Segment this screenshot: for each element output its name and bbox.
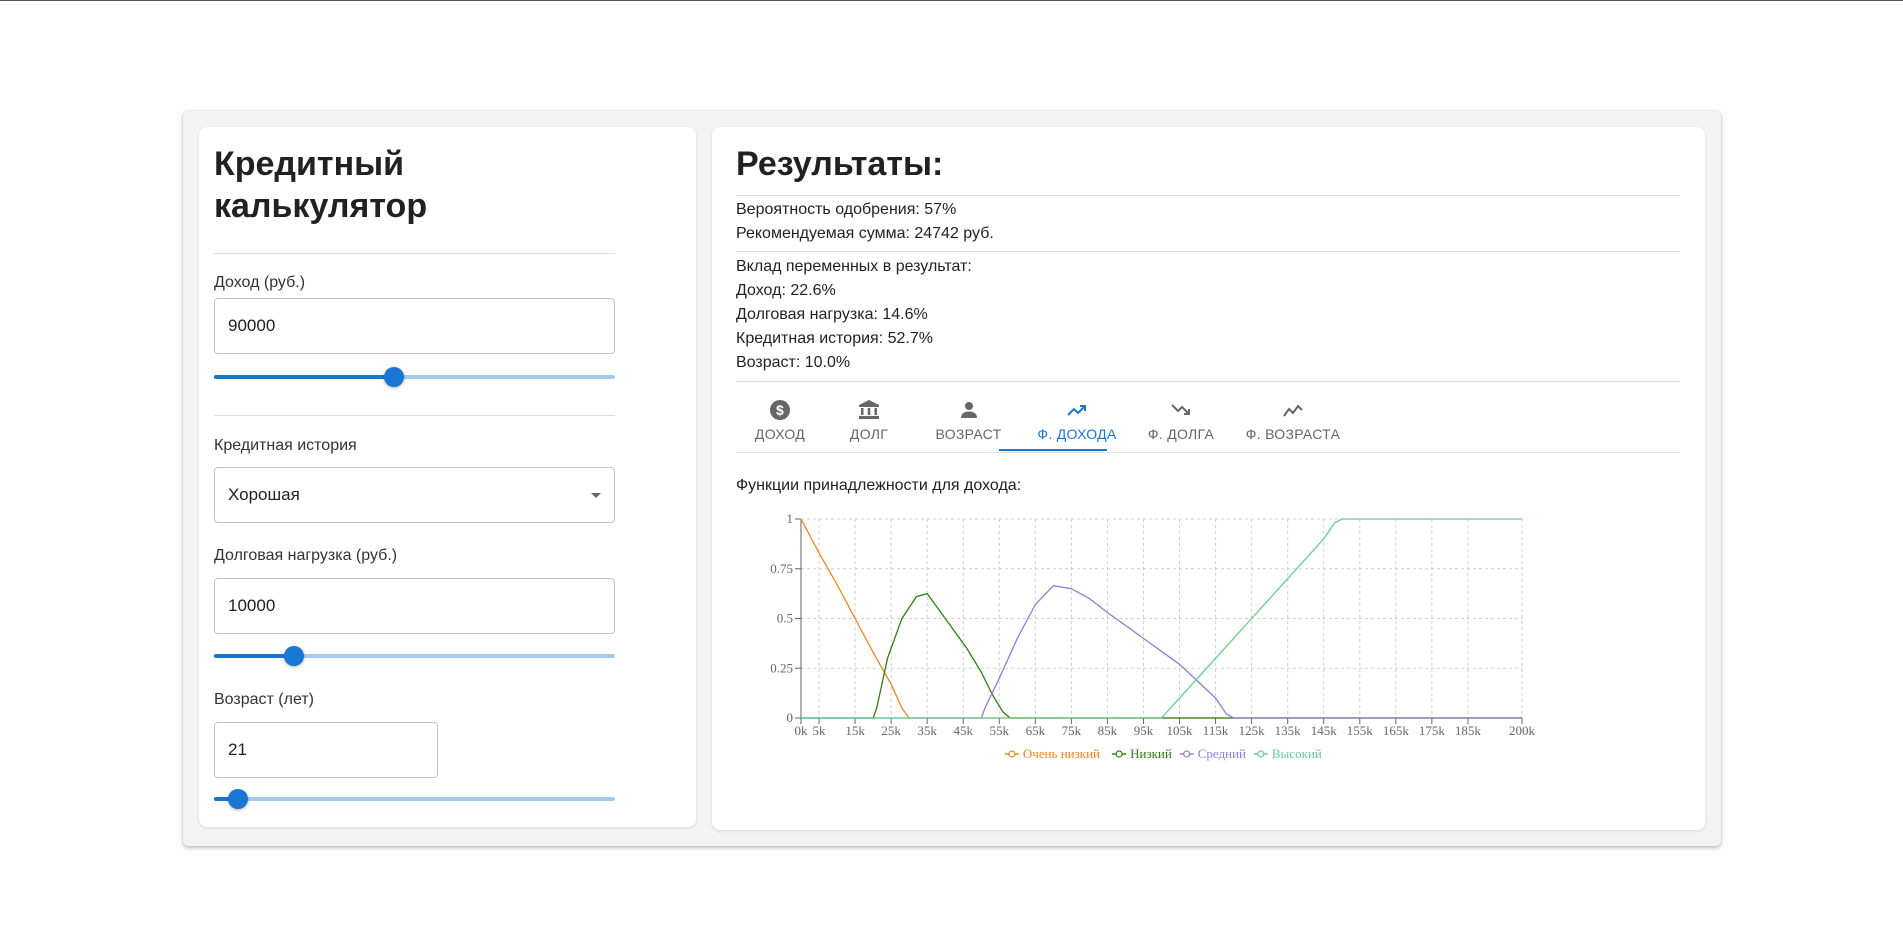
chart-title: Функции принадлежности для дохода: [736, 477, 1022, 494]
slider-thumb[interactable] [284, 646, 305, 666]
x-tick-label: 200k [1509, 723, 1536, 738]
tab-label: ДОЛГ [849, 426, 889, 442]
x-tick-label: 135k [1275, 723, 1302, 738]
x-tick-label: 125k [1239, 723, 1266, 738]
results-card: Результаты: Вероятность одобрения: 57% Р… [712, 127, 1705, 830]
results-title: Результаты: [736, 145, 944, 183]
app-container: Кредитный калькулятор Доход (руб.) 90000… [183, 111, 1721, 846]
x-tick-label: 185k [1455, 723, 1482, 738]
legend-marker-dot [1257, 750, 1265, 758]
divider [214, 415, 615, 416]
svg-text:$: $ [776, 402, 784, 418]
divider [736, 381, 1680, 382]
y-tick-label: 0.5 [777, 611, 793, 626]
slider-rail [214, 797, 615, 801]
credit-history-select[interactable]: Хорошая [214, 467, 615, 523]
tab-age-function[interactable]: Ф. ВОЗРАСТА [1231, 394, 1355, 450]
income-input[interactable]: 90000 [214, 298, 615, 354]
x-tick-label: 115k [1203, 723, 1229, 738]
x-tick-label: 75k [1062, 723, 1082, 738]
x-tick-label: 95k [1134, 723, 1154, 738]
calculator-card: Кредитный калькулятор Доход (руб.) 90000… [199, 127, 696, 827]
debt-slider[interactable] [214, 646, 615, 666]
y-tick-label: 0.25 [770, 660, 793, 675]
age-label: Возраст (лет) [214, 691, 314, 708]
divider [214, 253, 615, 254]
series-line [801, 592, 1522, 719]
legend-label: Высокий [1272, 746, 1322, 761]
tabs-divider [736, 452, 1680, 453]
bank-icon [859, 400, 879, 419]
series-line [801, 585, 1522, 719]
x-tick-label: 65k [1026, 723, 1046, 738]
x-tick-label: 45k [953, 723, 973, 738]
tab-label: Ф. ДОЛГА [1147, 426, 1215, 442]
tab-label: ДОХОД [754, 426, 806, 442]
x-tick-label: 85k [1098, 723, 1118, 738]
age-slider[interactable] [214, 789, 615, 809]
income-slider[interactable] [214, 367, 615, 387]
active-tab-indicator [999, 449, 1107, 451]
x-tick-label: 35k [917, 723, 937, 738]
x-tick-label: 155k [1347, 723, 1374, 738]
contribution-age: Возраст: 10.0% [736, 354, 851, 371]
legend-label: Низкий [1130, 746, 1172, 761]
legend-marker-dot [1183, 750, 1191, 758]
trending-up-icon [1067, 405, 1086, 416]
y-tick-label: 0.75 [770, 561, 793, 576]
income-label: Доход (руб.) [214, 274, 306, 291]
credit-history-label: Кредитная история [214, 437, 357, 454]
tab-label: Ф. ДОХОДА [1037, 426, 1117, 442]
x-tick-label: 5k [813, 723, 827, 738]
debt-label: Долговая нагрузка (руб.) [214, 547, 398, 564]
y-tick-label: 0 [787, 710, 794, 725]
tab-label: Ф. ВОЗРАСТА [1245, 426, 1341, 442]
tab-age[interactable]: ВОЗРАСТ [914, 394, 1023, 450]
debt-input[interactable]: 10000 [214, 578, 615, 634]
membership-chart: 0k 5k 15k 25k 35k 45k 55k 65k 75k 85k 95k 105k 115k 1… [770, 511, 1536, 761]
x-tick-label: 15k [845, 723, 865, 738]
app-title: Кредитный калькулятор [214, 145, 428, 225]
person-icon [960, 402, 977, 418]
contribution-header: Вклад переменных в результат: [736, 258, 972, 275]
x-tick-label: 175k [1419, 723, 1446, 738]
x-tick-label: 55k [990, 723, 1010, 738]
legend-marker-dot [1008, 750, 1016, 758]
contribution-history: Кредитная история: 52.7% [736, 330, 933, 347]
x-tick-label: 0k [795, 723, 809, 738]
x-tick-label: 25k [881, 723, 901, 738]
divider [736, 251, 1680, 252]
x-tick-label: 105k [1167, 723, 1194, 738]
approval-probability: Вероятность одобрения: 57% [736, 201, 957, 218]
tab-label: ВОЗРАСТ [935, 426, 1002, 442]
tab-income-function[interactable]: Ф. ДОХОДА [1023, 394, 1131, 450]
tab-debt[interactable]: ДОЛГ [824, 394, 914, 450]
slider-thumb[interactable] [228, 789, 249, 809]
top-border [0, 0, 1903, 1]
divider [736, 195, 1680, 196]
contribution-income: Доход: 22.6% [736, 282, 836, 299]
y-tick-label: 1 [787, 511, 794, 526]
slider-track [214, 375, 395, 379]
recommended-amount: Рекомендуемая сумма: 24742 руб. [736, 225, 994, 242]
tab-income[interactable]: $ ДОХОД [736, 394, 824, 450]
legend-marker-dot [1115, 750, 1123, 758]
show-chart-icon [1283, 404, 1303, 417]
legend-label: Очень низкий [1023, 746, 1100, 761]
x-tick-label: 165k [1383, 723, 1410, 738]
slider-thumb[interactable] [384, 367, 405, 387]
x-tick-label: 145k [1311, 723, 1338, 738]
age-input[interactable]: 21 [214, 722, 438, 778]
legend-label: Средний [1198, 746, 1246, 761]
dropdown-arrow-icon [591, 493, 601, 498]
tab-debt-function[interactable]: Ф. ДОЛГА [1131, 394, 1231, 450]
contribution-debt: Долговая нагрузка: 14.6% [736, 306, 928, 323]
credit-history-value: Хорошая [228, 485, 300, 504]
dollar-circle-icon: $ [770, 400, 790, 420]
slider-track [214, 654, 295, 658]
trending-down-icon [1171, 404, 1190, 415]
